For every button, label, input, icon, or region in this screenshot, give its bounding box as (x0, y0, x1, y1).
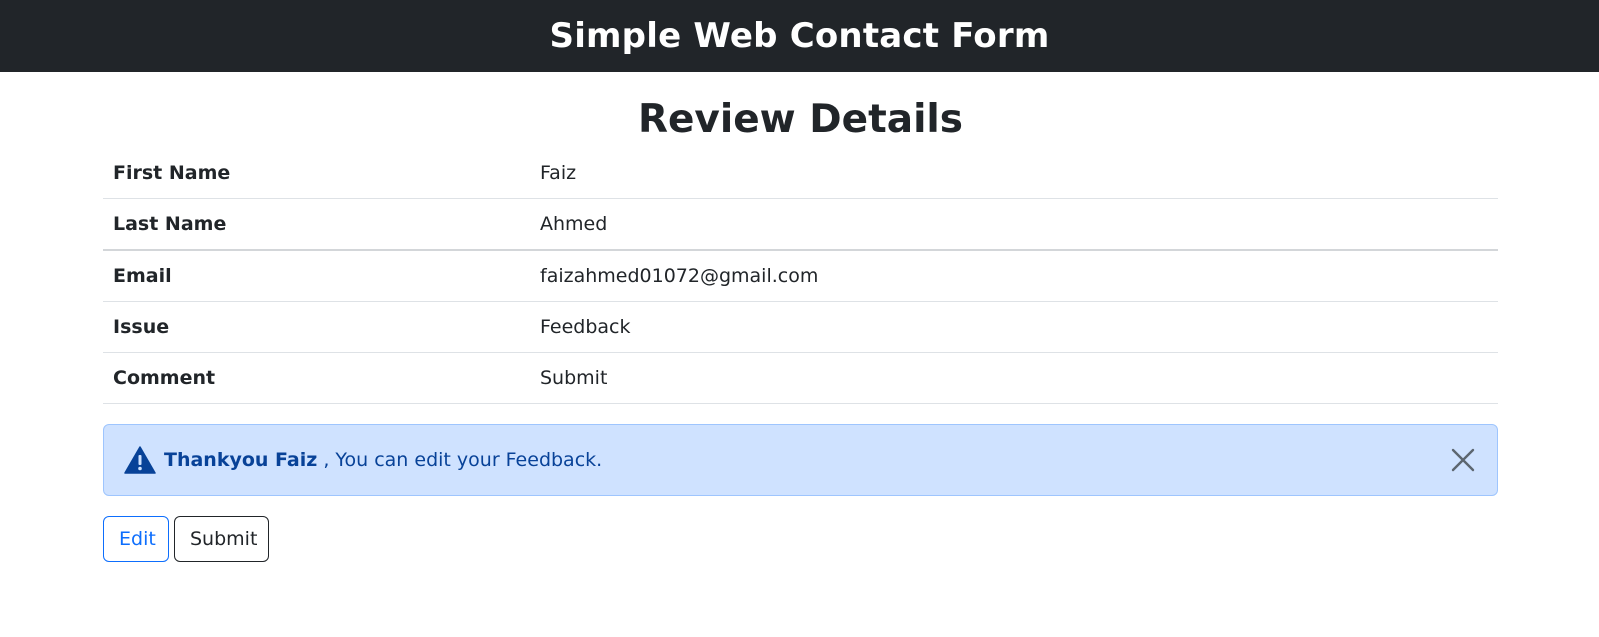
table-row: Last Name Ahmed (103, 198, 1498, 251)
row-value-last-name: Ahmed (530, 198, 1498, 251)
row-value-email: faizahmed01072@gmail.com (530, 250, 1498, 302)
table-row: Issue Feedback (103, 301, 1498, 353)
table-row: First Name Faiz (103, 148, 1498, 199)
warning-triangle-icon (124, 446, 156, 474)
table-row: Email faizahmed01072@gmail.com (103, 250, 1498, 302)
review-table: First Name Faiz Last Name Ahmed Email fa… (103, 148, 1498, 404)
row-label-last-name: Last Name (103, 198, 530, 251)
alert-strong-text: Thankyou Faiz (164, 449, 318, 471)
top-navbar: Simple Web Contact Form (0, 0, 1599, 72)
row-label-issue: Issue (103, 301, 530, 353)
table-row: Comment Submit (103, 352, 1498, 404)
submit-button[interactable]: Submit (174, 516, 269, 562)
feedback-alert: Thankyou Faiz , You can edit your Feedba… (103, 424, 1498, 496)
alert-message: Thankyou Faiz , You can edit your Feedba… (164, 449, 602, 471)
row-value-first-name: Faiz (530, 148, 1498, 199)
main-container: Review Details First Name Faiz Last Name… (103, 92, 1498, 562)
edit-button[interactable]: Edit (103, 516, 169, 562)
row-label-first-name: First Name (103, 148, 530, 199)
app-title: Simple Web Contact Form (549, 16, 1050, 56)
row-label-comment: Comment (103, 352, 530, 404)
alert-text: , You can edit your Feedback. (317, 449, 603, 471)
page-title: Review Details (637, 97, 964, 142)
action-buttons: Edit Submit (103, 516, 1498, 562)
row-value-comment: Submit (530, 352, 1498, 404)
row-value-issue: Feedback (530, 301, 1498, 353)
close-icon[interactable] (1449, 446, 1477, 474)
row-label-email: Email (103, 250, 530, 302)
